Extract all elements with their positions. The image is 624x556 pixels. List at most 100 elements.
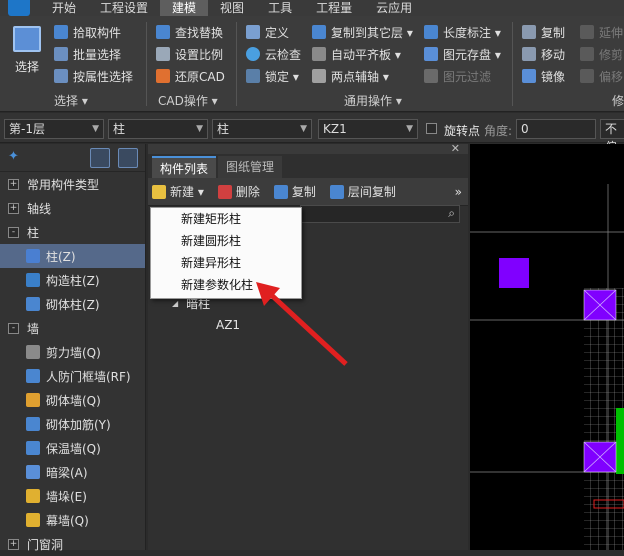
new-irregular-column-item[interactable]: 新建异形柱 <box>151 252 301 274</box>
nav-item-label: 墙垛(E) <box>46 489 87 504</box>
search-input[interactable]: ⌕ <box>300 205 460 223</box>
floor-copy-icon <box>329 184 344 199</box>
nav-item[interactable]: -墙 <box>0 316 145 340</box>
menu-cloud[interactable]: 云应用 <box>364 0 424 16</box>
nav-item[interactable]: 保温墙(Q) <box>0 436 145 460</box>
collapse-icon[interactable]: - <box>8 226 19 238</box>
nav-item[interactable]: + 常用构件类型 <box>0 172 145 196</box>
element-filter-label: 图元过滤 <box>443 69 492 84</box>
menu-view[interactable]: 视图 <box>208 0 256 16</box>
nav-item[interactable]: 暗梁(A) <box>0 460 145 484</box>
set-scale-button[interactable]: 设置比例 <box>156 44 223 64</box>
category-dropdown[interactable]: 柱 ▼ <box>108 119 208 139</box>
copy-tool-button[interactable]: 复制 <box>522 22 565 42</box>
move-icon <box>522 47 536 61</box>
mirror-tool-button[interactable]: 镜像 <box>522 66 565 86</box>
angle-value: 0 <box>521 122 529 136</box>
element-filter-button[interactable]: 图元过滤 <box>424 66 491 86</box>
search-icon[interactable]: ⌕ <box>448 206 455 221</box>
modify-group-label[interactable]: 修 <box>612 92 624 109</box>
type-value: 柱 <box>217 122 230 136</box>
select-by-attr-button[interactable]: 按属性选择 <box>54 66 133 86</box>
nav-item[interactable]: -柱 <box>0 220 145 244</box>
list-view-icon[interactable] <box>90 148 110 168</box>
collapse-icon[interactable]: - <box>8 322 19 334</box>
cad-group-label[interactable]: CAD操作 ▾ <box>158 92 218 109</box>
nav-item-label: 剪力墙(Q) <box>46 345 101 360</box>
tree-item-row[interactable]: AZ1 <box>172 314 240 336</box>
length-dimension-button[interactable]: 长度标注 ▾ <box>424 22 501 42</box>
menu-modeling[interactable]: 建模 <box>160 0 209 16</box>
expand-icon[interactable]: + <box>8 202 19 214</box>
component-type-icon <box>26 297 40 311</box>
trim-tool-button[interactable]: 修剪 <box>580 44 623 64</box>
lock-button[interactable]: 锁定 ▾ <box>246 66 299 86</box>
nav-item[interactable]: + 门窗洞 <box>0 532 145 556</box>
annotation-arrow <box>256 282 348 366</box>
offset-dropdown[interactable]: 不偏 <box>600 119 624 154</box>
offset-icon <box>580 69 594 83</box>
floor-copy-button[interactable]: 层间复制 <box>329 183 396 200</box>
nav-item-label: 轴线 <box>27 201 52 216</box>
extend-tool-button[interactable]: 延伸 <box>580 22 623 42</box>
two-point-axis-button[interactable]: 两点辅轴 ▾ <box>312 66 389 86</box>
app-logo[interactable] <box>8 0 30 16</box>
menu-tools[interactable]: 工具 <box>256 0 304 16</box>
tab-component-list[interactable]: 构件列表 <box>152 156 217 178</box>
expand-icon[interactable]: + <box>8 178 19 190</box>
auto-flush-button[interactable]: 自动平齐板 ▾ <box>312 44 401 64</box>
component-dropdown[interactable]: KZ1 ▼ <box>318 119 418 139</box>
nav-item[interactable]: 构造柱(Z) <box>0 268 145 292</box>
drawing-canvas[interactable] <box>470 144 624 550</box>
floor-dropdown[interactable]: 第-1层 ▼ <box>4 119 104 139</box>
new-button[interactable]: 新建 ▾ <box>152 183 204 200</box>
tab-drawing-manager[interactable]: 图纸管理 <box>218 156 283 178</box>
nav-item-label: 暗梁(A) <box>46 465 88 480</box>
auto-flush-icon <box>312 47 326 61</box>
sparkle-icon[interactable]: ✦ <box>8 149 19 164</box>
nav-item[interactable]: 剪力墙(Q) <box>0 340 145 364</box>
nav-item[interactable]: 砌体加筋(Y) <box>0 412 145 436</box>
menu-project-settings[interactable]: 工程设置 <box>88 0 160 16</box>
nav-item[interactable]: 幕墙(Q) <box>0 508 145 532</box>
pick-component-button[interactable]: 拾取构件 <box>54 22 121 42</box>
nav-item[interactable]: 柱(Z) <box>0 244 145 268</box>
copy-button[interactable]: 复制 <box>273 183 316 200</box>
new-rect-column-item[interactable]: 新建矩形柱 <box>151 208 301 230</box>
new-round-column-item[interactable]: 新建圆形柱 <box>151 230 301 252</box>
rotate-point-checkbox[interactable] <box>426 123 437 134</box>
select-by-attr-icon <box>54 69 68 83</box>
batch-select-button[interactable]: 批量选择 <box>54 44 121 64</box>
layout-icon[interactable] <box>118 148 138 168</box>
nav-item[interactable]: + 轴线 <box>0 196 145 220</box>
nav-item[interactable]: 墙垛(E) <box>0 484 145 508</box>
type-dropdown[interactable]: 柱 ▼ <box>212 119 312 139</box>
more-button[interactable]: » <box>455 185 462 199</box>
copy-to-floor-icon <box>312 25 326 39</box>
common-group-label[interactable]: 通用操作 ▾ <box>344 92 402 109</box>
save-elements-button[interactable]: 图元存盘 ▾ <box>424 44 501 64</box>
nav-toolbar: ✦ <box>0 144 145 172</box>
angle-input[interactable]: 0 <box>516 119 596 139</box>
collapse-icon[interactable]: ◢ <box>172 299 178 308</box>
menu-start[interactable]: 开始 <box>40 0 88 16</box>
delete-button[interactable]: 删除 <box>217 183 260 200</box>
select-button[interactable]: 选择 <box>8 22 46 86</box>
close-icon[interactable]: ✕ <box>451 142 460 155</box>
move-tool-button[interactable]: 移动 <box>522 44 565 64</box>
nav-item[interactable]: 砌体墙(Q) <box>0 388 145 412</box>
expand-icon[interactable]: + <box>8 538 19 550</box>
restore-cad-button[interactable]: 还原CAD <box>156 66 225 86</box>
cloud-check-button[interactable]: 云检查 <box>246 44 301 64</box>
menu-quantity[interactable]: 工程量 <box>304 0 364 16</box>
define-button[interactable]: 定义 <box>246 22 289 42</box>
offset-tool-button[interactable]: 偏移 <box>580 66 623 86</box>
nav-item[interactable]: 砌体柱(Z) <box>0 292 145 316</box>
nav-item[interactable]: 人防门框墙(RF) <box>0 364 145 388</box>
copy-to-floor-button[interactable]: 复制到其它层 ▾ <box>312 22 413 42</box>
more-label: » <box>454 184 462 199</box>
find-replace-button[interactable]: 查找替换 <box>156 22 223 42</box>
ribbon-separator <box>146 22 147 106</box>
select-group-label[interactable]: 选择 ▾ <box>54 92 88 109</box>
nav-item-label: 柱(Z) <box>46 249 76 264</box>
